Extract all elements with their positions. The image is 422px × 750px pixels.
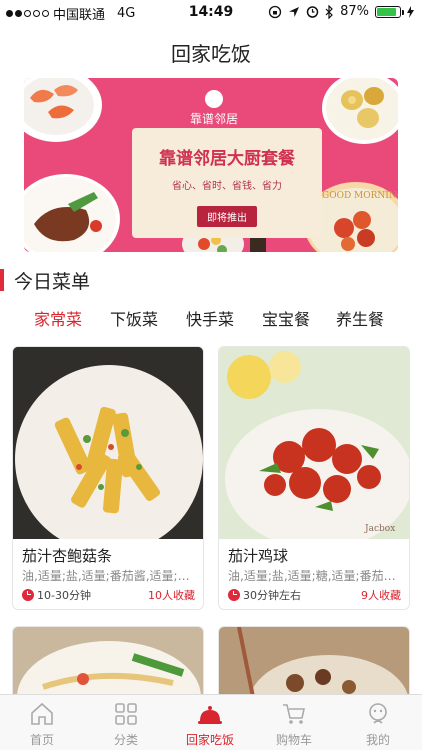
banner-corner-text: GOOD MORNING [322, 191, 398, 201]
banner-headline: 靠谱邻居大厨套餐 [159, 149, 295, 169]
charging-bolt-icon [407, 5, 414, 18]
tabbar-profile[interactable]: 我的 [336, 701, 420, 748]
tabbar-eat-at-home[interactable]: 回家吃饭 [168, 701, 252, 748]
stir-fried-king-oyster-mushroom-photo [13, 347, 203, 539]
tabbar-category[interactable]: 分类 [84, 701, 168, 748]
bluetooth-icon [325, 4, 333, 19]
clock-icon [22, 589, 34, 601]
cart-icon [283, 704, 305, 724]
page-title: 回家吃饭 [171, 42, 251, 66]
tabbar-home-label: 首页 [29, 733, 54, 747]
tabbar-home[interactable]: 首页 [0, 701, 84, 748]
grid-icon [115, 703, 137, 725]
recipe-time-label: 10-30分钟 [37, 589, 91, 602]
tab-home-cooking[interactable]: 家常菜 [34, 306, 82, 330]
section-title: 今日菜单 [14, 270, 91, 293]
banner-subline: 省心、省时、省钱、省力 [172, 181, 282, 192]
home-icon [31, 702, 53, 725]
recipe-name: 茄汁杏鲍菇条 [22, 547, 113, 565]
tab-rice-dishes[interactable]: 下饭菜 [110, 306, 158, 330]
section-accent-bar [0, 269, 4, 291]
recipe-card[interactable]: 茄汁杏鲍菇条 油,适量;盐,适量;番茄酱,适量;生抽,适量 10-30分钟 10… [12, 346, 204, 610]
tab-health-meals[interactable]: 养生餐 [336, 306, 384, 330]
banner-brand-name: 靠谱邻居 [189, 112, 238, 126]
tabbar-profile-label: 我的 [365, 733, 390, 747]
tabbar-cart[interactable]: 购物车 [252, 701, 336, 748]
recipe-time-label: 30分钟左右 [243, 589, 301, 602]
section-header: 今日菜单 [0, 266, 90, 294]
battery-percent: 87% [340, 4, 369, 19]
shrimp-plate-image [24, 78, 102, 142]
bottom-tab-bar: 首页 分类 回家吃饭 购物车 我的 [0, 694, 422, 750]
orientation-lock-icon [268, 5, 282, 18]
status-bar: 中国联通 4G 14:49 87% [0, 0, 422, 26]
promo-banner[interactable]: GOOD MORNING 靠谱邻居 靠谱邻居大厨套餐 省心、省时、省钱、省力 即… [24, 78, 398, 252]
recipe-ingredients: 油,适量;盐,适量;番茄酱,适量;生抽,适量 [22, 569, 198, 583]
brand-logo-icon [205, 90, 223, 108]
eggs-plate-image [322, 78, 398, 144]
tab-quick-dishes[interactable]: 快手菜 [186, 306, 234, 330]
tabbar-category-label: 分类 [113, 733, 138, 747]
photo-watermark: Jacbox [364, 524, 395, 534]
cloche-icon [198, 706, 222, 724]
category-tabs: 家常菜 下饭菜 快手菜 宝宝餐 养生餐 [0, 306, 422, 336]
location-icon [289, 6, 300, 17]
recipe-time: 30分钟左右 [228, 587, 301, 603]
battery-icon [375, 5, 404, 18]
tabbar-eat-at-home-label: 回家吃饭 [185, 733, 234, 747]
recipe-card[interactable]: Jacbox 茄汁鸡球 油,适量;盐,适量;糖,适量;番茄酱,适量 30分钟左右… [218, 346, 410, 610]
profile-icon [369, 703, 387, 724]
recipe-time: 10-30分钟 [22, 587, 91, 603]
tab-baby-meals[interactable]: 宝宝餐 [262, 306, 310, 330]
recipe-favorites: 9人收藏 [361, 589, 401, 602]
tomato-chicken-balls-photo: Jacbox [219, 347, 409, 539]
recipe-favorites: 10人收藏 [148, 589, 195, 602]
tabbar-cart-label: 购物车 [275, 733, 312, 747]
banner-card: 靠谱邻居大厨套餐 省心、省时、省钱、省力 即将推出 [132, 128, 322, 238]
recipe-name: 茄汁鸡球 [228, 547, 289, 565]
banner-coming-soon-button[interactable]: 即将推出 [197, 206, 257, 227]
banner-brand: 靠谱邻居 [164, 90, 264, 127]
clock-icon [228, 589, 240, 601]
steak-plate-image [24, 174, 120, 252]
recipe-ingredients: 油,适量;盐,适量;糖,适量;番茄酱,适量 [228, 569, 404, 583]
alarm-icon [306, 6, 319, 18]
